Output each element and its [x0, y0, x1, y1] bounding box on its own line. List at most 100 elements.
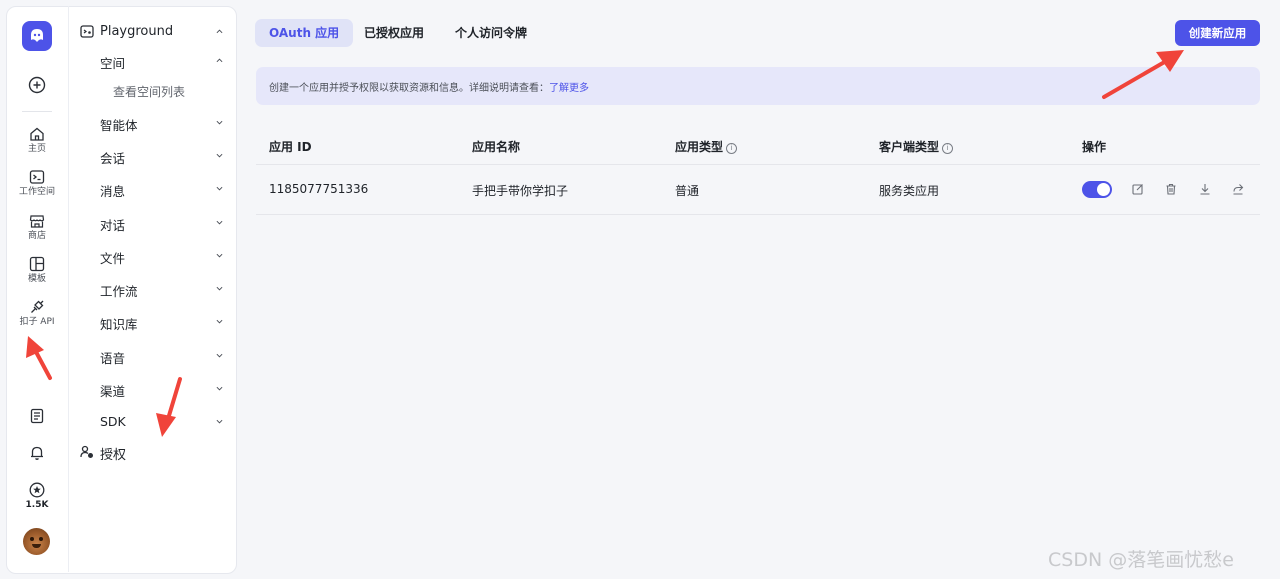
rail-item-workspace[interactable]: 工作空间	[6, 169, 68, 197]
cell-app-id: 1185077751336	[269, 182, 369, 196]
avatar[interactable]	[23, 528, 50, 555]
tab-oauth-apps[interactable]: OAuth 应用	[255, 19, 354, 47]
docs-button[interactable]	[6, 408, 68, 424]
nav-playground[interactable]: Playground	[68, 18, 235, 46]
nav-item-message[interactable]: 消息	[68, 175, 235, 203]
rail-item-label: 商店	[27, 231, 46, 241]
chevron-down-icon	[216, 253, 223, 258]
nav-label: Playground	[100, 24, 174, 39]
rail-item-label: 扣子 API	[19, 317, 55, 327]
nav-auth[interactable]: 授权	[68, 438, 235, 466]
column-header-id: 应用 ID	[269, 140, 312, 154]
nav-item-file[interactable]: 文件	[68, 242, 235, 270]
chevron-down-icon	[216, 419, 223, 424]
nav-label: 会话	[100, 151, 126, 166]
terminal-icon	[29, 170, 45, 184]
tab-personal-tokens[interactable]: 个人访问令牌	[441, 19, 541, 47]
chevron-down-icon	[216, 120, 223, 125]
nav-item-session[interactable]: 会话	[68, 142, 235, 170]
document-icon	[30, 408, 44, 424]
plus-circle-icon	[28, 76, 46, 94]
chevron-down-icon	[216, 353, 223, 358]
watermark: CSDN @落笔画忧愁e	[1048, 549, 1234, 571]
cell-app-name: 手把手带你学扣子	[472, 184, 569, 198]
nav-label: 工作流	[100, 284, 138, 299]
nav-space-list[interactable]: 查看空间列表	[68, 77, 235, 105]
rail-item-api[interactable]: 扣子 API	[6, 299, 68, 327]
rail-item-label: 主页	[27, 144, 46, 154]
delete-icon[interactable]	[1165, 183, 1177, 195]
rail-item-home[interactable]: 主页	[6, 126, 68, 154]
template-icon	[29, 256, 45, 272]
icon-rail: 主页 工作空间 商店 模板 扣子 API 1.5K	[6, 6, 69, 572]
chevron-down-icon	[216, 153, 223, 158]
chevron-down-icon	[216, 286, 223, 291]
playground-icon	[80, 25, 94, 38]
column-header-type: 应用类型 i	[675, 138, 738, 155]
learn-more-link[interactable]: 了解更多	[549, 83, 589, 94]
nav-label: 授权	[100, 448, 127, 463]
info-banner: 创建一个应用并授予权限以获取资源和信息。详细说明请查看：了解更多	[256, 67, 1260, 105]
banner-text: 创建一个应用并授予权限以获取资源和信息。详细说明请查看：了解更多	[269, 79, 589, 94]
chevron-up-icon	[216, 29, 223, 34]
banner-message: 创建一个应用并授予权限以获取资源和信息。详细说明请查看：	[269, 83, 549, 94]
nav-label: 空间	[100, 56, 126, 71]
auth-icon	[80, 445, 93, 458]
store-icon	[29, 215, 45, 228]
nav-label: 查看空间列表	[113, 85, 186, 99]
nav-label: 对话	[100, 218, 126, 233]
logo-icon	[31, 29, 43, 42]
column-header-name: 应用名称	[472, 140, 521, 154]
table-header: 应用 ID 应用名称 应用类型 i 客户端类型 i 操作	[256, 127, 1260, 165]
star-button[interactable]: 1.5K	[6, 482, 68, 510]
nav-label: 文件	[100, 251, 126, 266]
home-icon	[30, 127, 44, 141]
chevron-down-icon	[216, 186, 223, 191]
rail-item-store[interactable]: 商店	[6, 213, 68, 241]
rail-item-template[interactable]: 模板	[6, 256, 68, 284]
enable-toggle[interactable]	[1082, 181, 1112, 198]
nav-label: 消息	[100, 184, 126, 199]
tab-authorized-apps[interactable]: 已授权应用	[350, 19, 438, 47]
bell-icon	[31, 446, 43, 460]
chevron-down-icon	[216, 220, 223, 225]
cell-client-type: 服务类应用	[879, 184, 940, 198]
nav-item-sdk[interactable]: SDK	[68, 408, 235, 436]
nav-label: 知识库	[100, 317, 138, 332]
nav-item-agent[interactable]: 智能体	[68, 109, 235, 137]
rail-divider	[22, 111, 52, 112]
add-button[interactable]	[6, 76, 68, 94]
chevron-down-icon	[216, 319, 223, 324]
chevron-up-icon	[216, 58, 223, 63]
cell-app-type: 普通	[675, 184, 700, 198]
nav-tree: Playground 空间 查看空间列表 智能体 会话 消息 对话 文件 工作流…	[68, 6, 235, 572]
info-icon[interactable]: i	[942, 143, 954, 154]
chevron-down-icon	[216, 386, 223, 391]
rail-item-label: 工作空间	[18, 187, 55, 197]
rail-item-label: 模板	[27, 274, 46, 284]
nav-space[interactable]: 空间	[68, 47, 235, 75]
nav-item-voice[interactable]: 语音	[68, 342, 235, 370]
star-icon	[29, 482, 45, 498]
nav-item-channel[interactable]: 渠道	[68, 375, 235, 403]
column-header-client: 客户端类型 i	[879, 138, 954, 155]
edit-icon[interactable]	[1132, 183, 1144, 195]
download-icon[interactable]	[1199, 183, 1211, 195]
info-icon[interactable]: i	[726, 143, 738, 154]
column-header-client-label: 客户端类型	[879, 140, 940, 154]
table-row: 1185077751336 手把手带你学扣子 普通 服务类应用	[256, 165, 1260, 215]
create-app-button[interactable]: 创建新应用	[1175, 20, 1260, 46]
nav-item-knowledge[interactable]: 知识库	[68, 308, 235, 336]
share-icon[interactable]	[1232, 183, 1244, 195]
nav-label: 语音	[100, 351, 126, 366]
notifications-button[interactable]	[6, 445, 68, 461]
coze-logo[interactable]	[22, 21, 52, 51]
plug-icon	[31, 300, 44, 313]
star-count: 1.5K	[25, 500, 49, 510]
nav-item-workflow[interactable]: 工作流	[68, 275, 235, 303]
toggle-knob	[1097, 183, 1110, 196]
nav-item-chat[interactable]: 对话	[68, 209, 235, 237]
nav-label: SDK	[100, 414, 126, 429]
nav-label: 渠道	[100, 384, 126, 399]
column-header-type-label: 应用类型	[675, 140, 724, 154]
